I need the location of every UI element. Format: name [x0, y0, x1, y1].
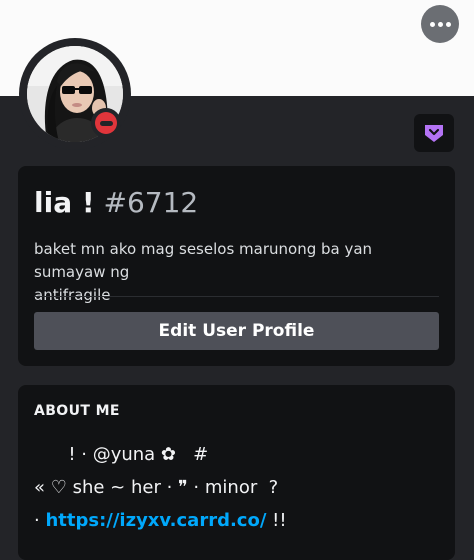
edit-user-profile-button[interactable]: Edit User Profile	[34, 312, 439, 350]
do-not-disturb-icon	[95, 112, 117, 134]
about-me-line: ! · @yuna ✿ #	[34, 444, 209, 465]
status-indicator	[91, 108, 121, 138]
more-dot-icon	[429, 21, 435, 27]
user-info-card: lia ! #6712 baket mn ako mag seselos mar…	[18, 166, 455, 366]
about-me-card: ABOUT ME ! · @yuna ✿ # « ♡ she ~ her · ❞…	[18, 385, 455, 560]
nitro-badge-icon	[425, 125, 443, 142]
name-row: lia ! #6712	[34, 186, 198, 220]
about-me-heading: ABOUT ME	[34, 403, 120, 419]
avatar-container[interactable]	[19, 38, 131, 150]
divider	[34, 296, 439, 297]
about-me-text: ·	[34, 510, 46, 531]
nitro-badge[interactable]	[414, 114, 454, 152]
more-options-button[interactable]	[421, 5, 459, 43]
about-me-line: « ♡ she ~ her · ❞ · minor ?	[34, 477, 279, 498]
username: lia !	[34, 186, 95, 219]
about-me-line: · https://izyxv.carrd.co/ !!	[34, 508, 287, 534]
more-dot-icon	[437, 21, 443, 27]
about-me-text: !!	[266, 510, 287, 531]
more-dot-icon	[445, 21, 451, 27]
discriminator: #6712	[103, 186, 199, 219]
carrd-link[interactable]: https://izyxv.carrd.co/	[45, 510, 266, 531]
